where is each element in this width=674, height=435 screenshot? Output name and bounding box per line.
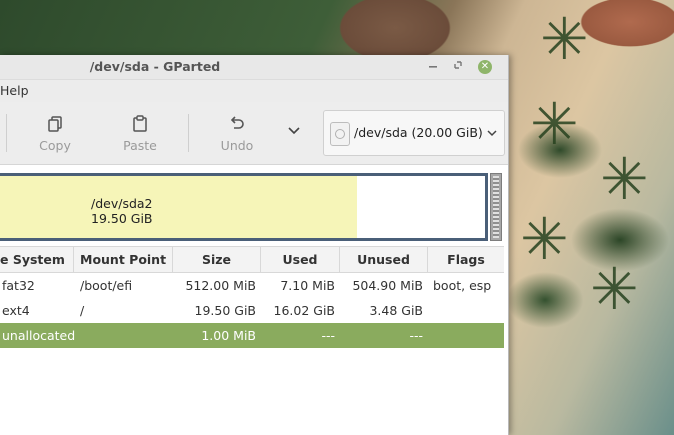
cell-used: 7.10 MiB: [280, 278, 335, 293]
palm-tree-decoration: ✳: [600, 145, 649, 213]
palm-tree-decoration: ✳: [530, 90, 579, 158]
palm-tree-decoration: ✳: [520, 205, 569, 273]
column-header-unused[interactable]: Unused: [340, 247, 428, 272]
undo-label: Undo: [220, 138, 254, 153]
undo-button[interactable]: Undo: [202, 102, 272, 164]
device-selector[interactable]: /dev/sda (20.00 GiB): [323, 110, 505, 156]
toolbar-separator: [188, 114, 189, 152]
partition-block-unallocated[interactable]: [490, 173, 502, 241]
cell-size: 512.00 MiB: [185, 278, 256, 293]
disk-icon: [330, 122, 350, 146]
menu-help[interactable]: Help: [0, 83, 29, 98]
partition-used-space: [0, 176, 357, 238]
partition-size: 19.50 GiB: [91, 211, 153, 226]
partition-block-sda2[interactable]: /dev/sda2 19.50 GiB: [0, 173, 488, 241]
cell-used: ---: [321, 328, 335, 343]
cell-size: 1.00 MiB: [201, 328, 256, 343]
cell-used: 16.02 GiB: [273, 303, 336, 318]
minimize-icon[interactable]: [426, 60, 440, 74]
chevron-down-icon: [487, 130, 497, 137]
cell-flags: boot, esp: [433, 278, 492, 293]
column-header-used[interactable]: Used: [261, 247, 340, 272]
chevron-down-icon[interactable]: [286, 122, 302, 138]
undo-icon: [230, 116, 244, 129]
toolbar-separator: [6, 114, 7, 152]
close-icon[interactable]: ✕: [478, 60, 492, 74]
cell-size: 19.50 GiB: [194, 303, 257, 318]
paste-icon: [133, 115, 147, 132]
cell-mount-point: /: [80, 303, 85, 318]
copy-button[interactable]: Copy: [20, 102, 90, 164]
column-header-filesystem[interactable]: e System: [0, 247, 74, 272]
partition-name: /dev/sda2: [91, 196, 153, 211]
copy-icon: [48, 116, 62, 132]
table-row[interactable]: fat32 /boot/efi 512.00 MiB 7.10 MiB 504.…: [0, 273, 504, 298]
palm-tree-decoration: ✳: [540, 5, 589, 73]
copy-label: Copy: [39, 138, 71, 153]
menu-bar: Help: [0, 80, 508, 102]
cell-mount-point: /boot/efi: [80, 278, 133, 293]
gparted-window: /dev/sda - GParted ✕ Help Copy Paste Und…: [0, 55, 509, 435]
partition-map: /dev/sda2 19.50 GiB: [0, 171, 508, 241]
window-title: /dev/sda - GParted: [89, 59, 221, 74]
paste-label: Paste: [123, 138, 157, 153]
cell-filesystem: ext4: [2, 303, 30, 318]
cell-unused: 504.90 MiB: [352, 278, 423, 293]
cell-unused: 3.48 GiB: [369, 303, 423, 318]
partition-table: e System Mount Point Size Used Unused Fl…: [0, 246, 504, 348]
cell-unused: ---: [409, 328, 423, 343]
cell-filesystem: fat32: [2, 278, 35, 293]
table-header: e System Mount Point Size Used Unused Fl…: [0, 246, 504, 273]
cell-filesystem: unallocated: [2, 328, 76, 343]
column-header-flags[interactable]: Flags: [428, 247, 504, 272]
toolbar: Copy Paste Undo /dev/sda (20.00 GiB): [0, 102, 508, 165]
maximize-icon[interactable]: [451, 60, 465, 74]
table-row[interactable]: ext4 / 19.50 GiB 16.02 GiB 3.48 GiB: [0, 298, 504, 323]
device-selector-label: /dev/sda (20.00 GiB): [354, 125, 483, 140]
column-header-size[interactable]: Size: [173, 247, 261, 272]
column-header-mount-point[interactable]: Mount Point: [74, 247, 173, 272]
table-row-selected[interactable]: unallocated 1.00 MiB --- ---: [0, 323, 504, 348]
title-bar[interactable]: /dev/sda - GParted ✕: [0, 55, 508, 80]
paste-button[interactable]: Paste: [105, 102, 175, 164]
palm-tree-decoration: ✳: [590, 255, 639, 323]
